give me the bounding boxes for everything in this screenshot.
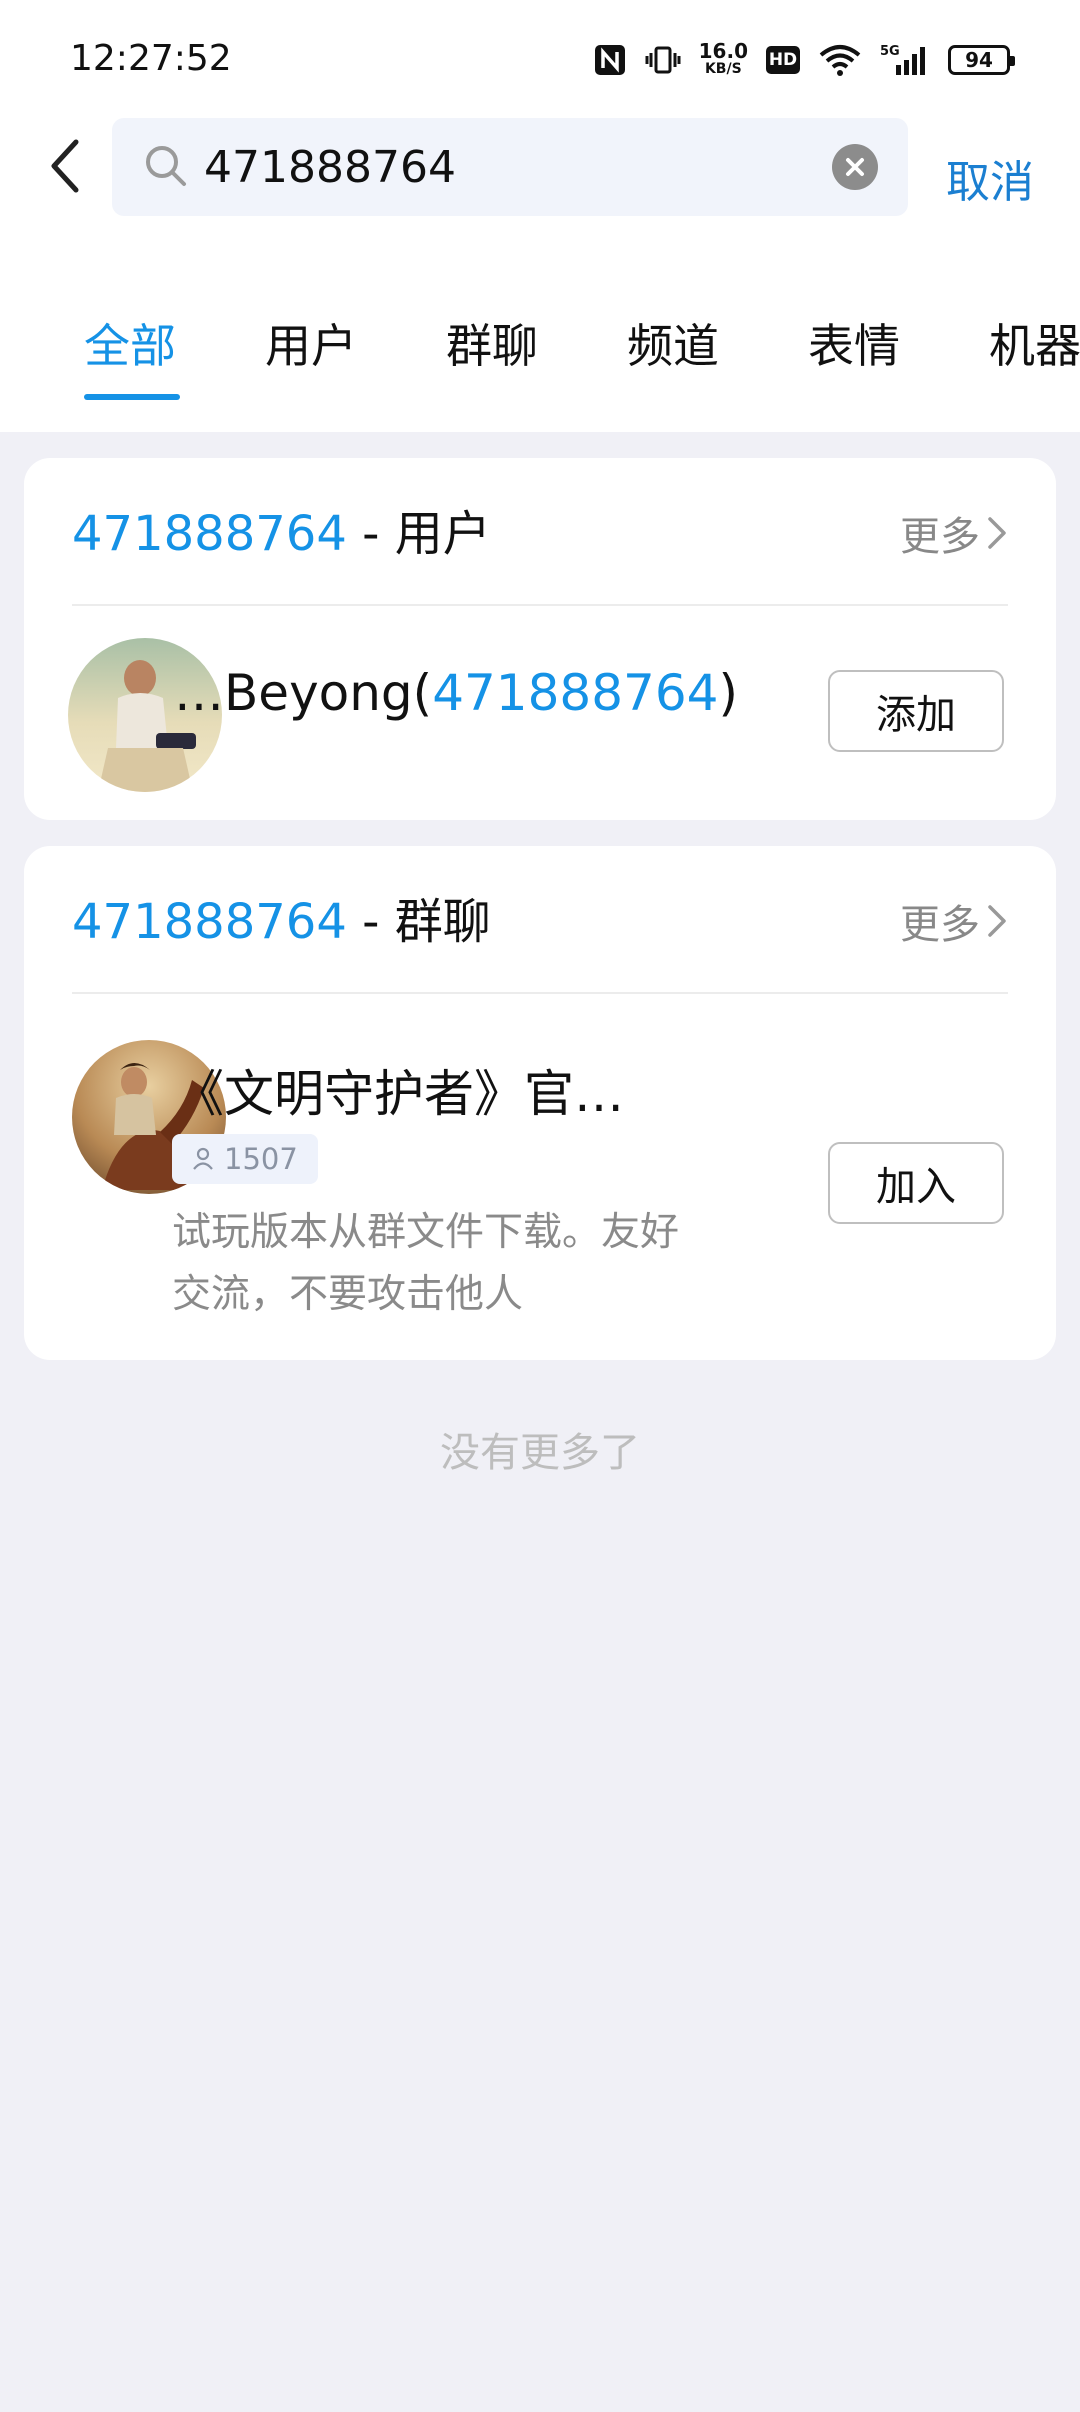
group-more-button[interactable]: 更多 [900,892,1008,950]
tab-channels[interactable]: 频道 [627,310,719,376]
battery-icon: 94 [948,45,1015,75]
divider [72,992,1008,994]
group-section-suffix: - 群聊 [346,894,491,950]
user-name-prefix: …Beyong( [174,664,433,722]
hd-icon: HD [766,46,800,74]
status-icons: 16.0 KB/S HD 5G 94 [593,40,1015,80]
group-more-label: 更多 [900,902,980,948]
cancel-button[interactable]: 取消 [946,146,1034,210]
divider [72,604,1008,606]
battery-level: 94 [965,48,993,72]
group-result-name[interactable]: 《文明守护者》官… [174,1054,624,1126]
tab-bar: 全部 用户 群聊 频道 表情 机器 [0,300,1080,410]
group-section-query: 471888764 [72,894,347,950]
tab-stickers[interactable]: 表情 [808,310,900,376]
chevron-right-icon [988,517,1006,549]
status-time: 12:27:52 [70,38,232,79]
user-more-button[interactable]: 更多 [900,504,1008,562]
user-results-card: 471888764 - 用户 更多 …Beyong(471888764) 添加 [24,458,1056,820]
group-results-card: 471888764 - 群聊 更多 《文明守护者》官… 1507 试玩版本从群文… [24,846,1056,1360]
add-friend-button[interactable]: 添加 [828,670,1004,752]
chevron-left-icon [46,136,86,200]
user-name-suffix: ) [718,664,739,722]
group-section-title: 471888764 - 群聊 [72,882,491,952]
tab-bots[interactable]: 机器 [989,310,1080,376]
user-section-suffix: - 用户 [346,506,491,562]
back-button[interactable] [38,128,94,208]
speed-unit: KB/S [704,61,742,77]
search-box[interactable] [112,118,908,216]
vibrate-icon [645,43,681,77]
member-count-badge: 1507 [172,1134,318,1184]
network-speed: 16.0 KB/S [699,41,748,78]
user-more-label: 更多 [900,514,980,560]
join-group-button[interactable]: 加入 [828,1142,1004,1224]
search-input[interactable] [204,118,804,216]
user-name-highlight: 471888764 [432,664,719,722]
tab-groups[interactable]: 群聊 [446,310,538,376]
network-type: 5G [880,44,900,59]
no-more-results: 没有更多了 [440,1430,640,1476]
search-icon [142,142,190,194]
group-description: 试玩版本从群文件下载。友好交流，不要攻击他人 [172,1210,680,1317]
chevron-right-icon [988,905,1006,937]
nfc-icon [593,43,627,77]
user-result-name[interactable]: …Beyong(471888764) [174,664,738,722]
active-tab-indicator [84,394,180,400]
person-icon [193,1147,213,1170]
tab-users[interactable]: 用户 [265,310,357,376]
member-count: 1507 [224,1142,298,1176]
tab-all[interactable]: 全部 [84,310,176,376]
clear-search-button[interactable] [832,144,878,190]
user-section-query: 471888764 [72,506,347,562]
close-icon [846,158,864,176]
user-section-title: 471888764 - 用户 [72,494,491,564]
wifi-icon [818,43,862,77]
cellular-signal-icon: 5G [880,43,930,77]
